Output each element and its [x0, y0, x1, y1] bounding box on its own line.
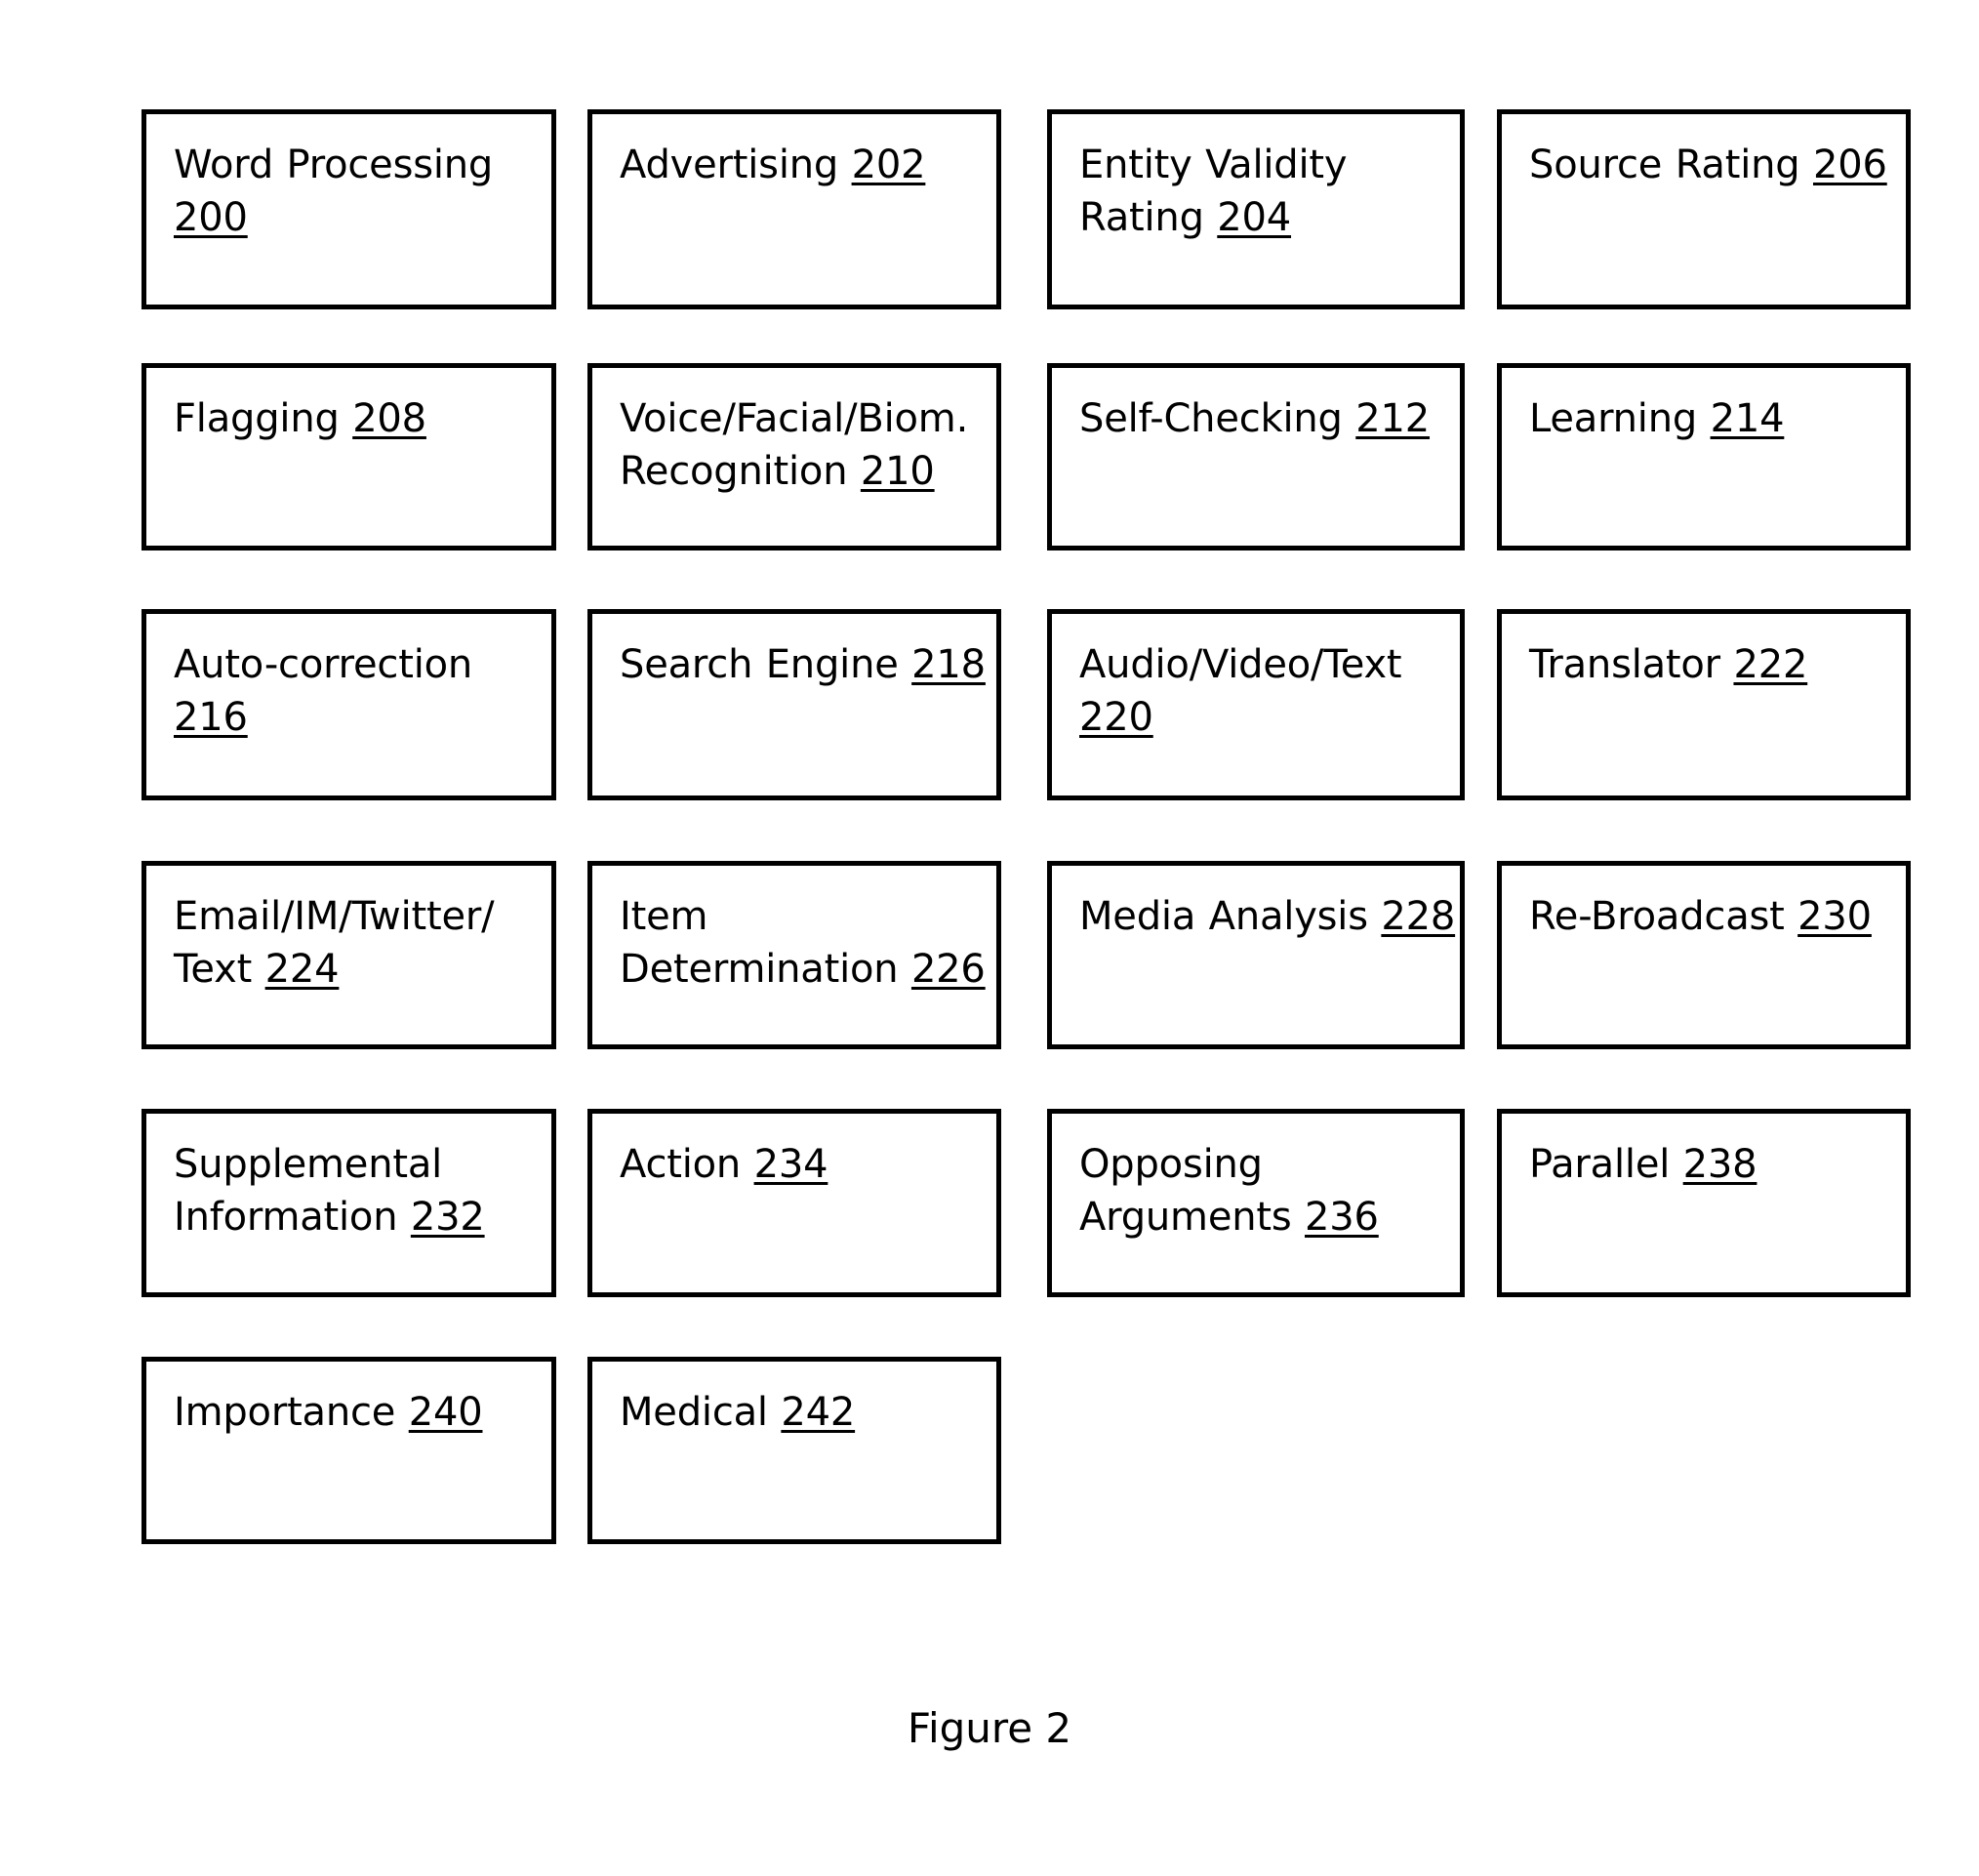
figure-reference-numeral: 210 [860, 448, 935, 494]
figure-reference-numeral: 214 [1710, 396, 1785, 441]
figure-box-label: Action 234 [620, 1142, 828, 1187]
figure-reference-numeral: 216 [174, 694, 248, 740]
figure-box-search-engine: Search Engine 218 [587, 609, 1001, 800]
figure-box-label: Media Analysis 228 [1079, 894, 1456, 939]
figure-box-label: Medical 242 [620, 1390, 856, 1435]
figure-box-label: Email/IM/Twitter/Text 224 [174, 894, 495, 992]
figure-box-item-determination: Item Determination 226 [587, 861, 1001, 1049]
figure-box-entity-validity-rating: Entity Validity Rating 204 [1047, 109, 1465, 309]
figure-reference-numeral: 208 [352, 396, 426, 441]
figure-box-label: Item Determination 226 [620, 894, 986, 992]
figure-reference-numeral: 234 [753, 1142, 828, 1187]
figure-box-self-checking: Self-Checking 212 [1047, 363, 1465, 551]
figure-reference-numeral: 240 [408, 1390, 483, 1435]
figure-box-supplemental-information: Supplemental Information 232 [141, 1109, 556, 1297]
figure-box-learning: Learning 214 [1497, 363, 1911, 551]
figure-reference-numeral: 228 [1381, 894, 1456, 939]
figure-reference-numeral: 202 [851, 143, 926, 187]
figure-box-re-broadcast: Re-Broadcast 230 [1497, 861, 1911, 1049]
figure-reference-numeral: 212 [1355, 396, 1431, 441]
figure-caption: Figure 2 [907, 1704, 1072, 1752]
figure-reference-numeral: 222 [1733, 642, 1808, 687]
figure-box-importance: Importance 240 [141, 1357, 556, 1544]
figure-reference-numeral: 206 [1812, 143, 1887, 187]
figure-box-action: Action 234 [587, 1109, 1001, 1297]
figure-box-label: Auto-correction 216 [174, 642, 473, 740]
figure-box-media-analysis: Media Analysis 228 [1047, 861, 1465, 1049]
figure-reference-numeral: 220 [1079, 694, 1153, 740]
figure-reference-numeral: 238 [1682, 1142, 1757, 1187]
figure-box-voice-facial-biometric-recognition: Voice/Facial/Biom. Recognition 210 [587, 363, 1001, 551]
figure-box-word-processing: Word Processing 200 [141, 109, 556, 309]
figure-reference-numeral: 242 [781, 1390, 856, 1435]
figure-box-label: Parallel 238 [1529, 1142, 1757, 1187]
figure-box-label: Re-Broadcast 230 [1529, 894, 1872, 939]
figure-box-auto-correction: Auto-correction 216 [141, 609, 556, 800]
figure-box-audio-video-text: Audio/Video/Text 220 [1047, 609, 1465, 800]
figure-box-label: Translator 222 [1529, 642, 1808, 687]
figure-box-advertising: Advertising 202 [587, 109, 1001, 309]
figure-reference-numeral: 204 [1217, 194, 1292, 240]
figure-reference-numeral: 224 [264, 946, 340, 992]
figure-box-opposing-arguments: Opposing Arguments 236 [1047, 1109, 1465, 1297]
figure-reference-numeral: 200 [174, 194, 248, 240]
figure-box-translator: Translator 222 [1497, 609, 1911, 800]
figure-reference-numeral: 218 [911, 642, 986, 687]
figure-box-email-im-twitter-text: Email/IM/Twitter/Text 224 [141, 861, 556, 1049]
figure-box-label: Source Rating 206 [1529, 143, 1887, 187]
figure-box-label: Flagging 208 [174, 396, 426, 441]
figure-box-label: Voice/Facial/Biom. Recognition 210 [620, 396, 969, 494]
figure-box-label: Supplemental Information 232 [174, 1142, 485, 1240]
figure-reference-numeral: 230 [1797, 894, 1872, 939]
figure-box-label: Importance 240 [174, 1390, 483, 1435]
figure-box-label: Advertising 202 [620, 143, 926, 187]
figure-box-flagging: Flagging 208 [141, 363, 556, 551]
figure-box-parallel: Parallel 238 [1497, 1109, 1911, 1297]
figure-box-source-rating: Source Rating 206 [1497, 109, 1911, 309]
figure-box-label: Search Engine 218 [620, 642, 986, 687]
figure-box-label: Opposing Arguments 236 [1079, 1142, 1379, 1240]
figure-box-label: Self-Checking 212 [1079, 396, 1431, 441]
figure-reference-numeral: 236 [1305, 1194, 1379, 1240]
figure-box-label: Entity Validity Rating 204 [1079, 143, 1348, 240]
figure-page: Word Processing 200 Advertising 202 Entity … [0, 0, 1979, 1876]
figure-box-label: Learning 214 [1529, 396, 1785, 441]
figure-reference-numeral: 226 [910, 946, 986, 992]
figure-box-medical: Medical 242 [587, 1357, 1001, 1544]
figure-box-label: Audio/Video/Text 220 [1079, 642, 1402, 740]
figure-reference-numeral: 232 [410, 1194, 485, 1240]
figure-box-label: Word Processing 200 [174, 143, 494, 240]
